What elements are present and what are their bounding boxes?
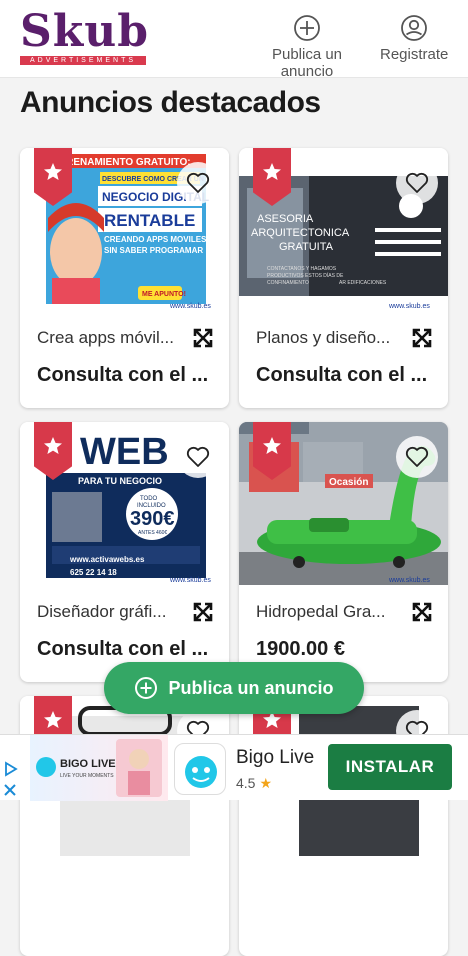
- bottom-ad-banner[interactable]: BIGO LIVE LIVE YOUR MOMENTS Bigo Live 4.…: [0, 734, 468, 801]
- ad-image-text: CONFINAMIENTO: [267, 280, 309, 286]
- ad-image-text: ANTES 460€: [138, 530, 167, 536]
- post-ad-label: Publica un anuncio: [271, 46, 343, 80]
- star-icon: [44, 711, 62, 728]
- ad-rating: 4.5 ★: [236, 775, 272, 792]
- ad-image-text: WEB: [80, 431, 169, 473]
- ad-image-text: TRENAMIENTO GRATUITO:: [60, 157, 191, 168]
- favorite-button[interactable]: [177, 162, 219, 204]
- ad-price: Consulta con el ...: [37, 638, 209, 660]
- register-header-button[interactable]: Registrate: [380, 14, 448, 63]
- ad-banner-text: BIGO LIVE: [60, 758, 116, 770]
- favorite-button[interactable]: [177, 436, 219, 478]
- register-label: Registrate: [380, 46, 449, 63]
- ad-title: Hidropedal Gra...: [256, 602, 386, 621]
- ad-image-text: AR EDIFICACIONES: [339, 280, 387, 286]
- favorite-button[interactable]: [396, 436, 438, 478]
- heart-icon: [186, 172, 210, 193]
- ad-title: Crea apps móvil...: [37, 328, 174, 347]
- ad-title: Diseñador gráfi...: [37, 602, 167, 621]
- fab-label: Publica un anuncio: [168, 677, 334, 698]
- star-icon: [263, 437, 281, 454]
- star-icon: [44, 163, 62, 180]
- ad-image-text: CREANDO APPS MOVILES: [104, 235, 207, 244]
- heart-icon: [186, 446, 210, 467]
- ad-title: Planos y diseño...: [256, 328, 391, 347]
- star-icon: [44, 437, 62, 454]
- bigo-app-icon: [174, 743, 226, 795]
- plus-circle-icon: [135, 677, 158, 699]
- ad-image-text: www.skub.es: [388, 577, 430, 584]
- star-icon: [263, 163, 281, 180]
- ad-image-text: ARQUITECTONICA: [251, 227, 350, 239]
- ad-image-text: PARA TU NEGOCIO: [78, 476, 162, 486]
- favorite-button[interactable]: [396, 162, 438, 204]
- ad-image-text: ASESORIA: [257, 213, 314, 225]
- ad-image-text: www.skub.es: [388, 303, 430, 310]
- ad-image-text: www.skub.es: [169, 303, 211, 310]
- plus-circle-icon: [294, 15, 320, 41]
- ad-price: Consulta con el ...: [256, 364, 428, 386]
- ad-image-text: GRATUITA: [279, 241, 334, 253]
- star-icon: ★: [259, 775, 273, 791]
- ad-image-text: PRODUCTIVOS ESTOS DÍAS DE: [267, 272, 344, 279]
- ad-card[interactable]: TRENAMIENTO GRATUITO: DESCUBRE COMO CREA…: [20, 148, 229, 408]
- bigo-banner-art: BIGO LIVE LIVE YOUR MOMENTS: [36, 739, 162, 797]
- ad-image-text: SIN SABER PROGRAMAR: [104, 246, 203, 255]
- user-circle-icon: [401, 15, 427, 41]
- post-ad-header-button[interactable]: Publica un anuncio: [246, 14, 368, 80]
- ad-card[interactable]: ASESORIA ARQUITECTONICA GRATUITA CONTACT…: [239, 148, 448, 408]
- ad-banner-tagline: LIVE YOUR MOMENTS: [60, 773, 114, 779]
- skub-logo[interactable]: Skub ADVERTISEMENTS: [20, 6, 150, 65]
- expand-icon[interactable]: [193, 328, 213, 348]
- ad-image-text: 625 22 14 18: [70, 568, 117, 577]
- expand-icon[interactable]: [412, 328, 432, 348]
- ad-price: 1900.00 €: [256, 638, 345, 660]
- top-header: Skub ADVERTISEMENTS Publica un anuncio R…: [0, 0, 468, 80]
- logo-text: Skub: [20, 6, 150, 57]
- ad-promo-image: BIGO LIVE LIVE YOUR MOMENTS: [30, 735, 168, 801]
- heart-icon: [405, 446, 429, 467]
- install-button[interactable]: INSTALAR: [328, 744, 452, 790]
- ad-rating-value: 4.5: [236, 775, 256, 791]
- expand-icon[interactable]: [193, 602, 213, 622]
- ad-card[interactable]: WEB PARA TU NEGOCIO TODO INCLUIDO 390€ A…: [20, 422, 229, 682]
- heart-icon: [405, 172, 429, 193]
- ad-image-text: CONTACTANOS Y HAGAMOS: [267, 266, 337, 272]
- ad-image-text: ME APUNTO!: [142, 291, 186, 298]
- ad-card[interactable]: Ocasión www.skub.es Hidropedal Gra... 19…: [239, 422, 448, 682]
- ad-image-text: Ocasión: [329, 477, 368, 488]
- section-title: Anuncios destacados: [20, 86, 321, 119]
- ad-image-text: 390€: [130, 508, 175, 530]
- ad-image-text: www.skub.es: [169, 577, 211, 584]
- ad-image-text: www.activawebs.es: [69, 555, 145, 564]
- logo-subtitle: ADVERTISEMENTS: [20, 56, 146, 65]
- ad-app-name: Bigo Live: [236, 747, 315, 768]
- ad-choices-icon[interactable]: [0, 735, 24, 801]
- expand-icon[interactable]: [412, 602, 432, 622]
- ad-image-text: RENTABLE: [104, 211, 195, 230]
- post-ad-fab[interactable]: Publica un anuncio: [104, 662, 364, 714]
- ad-price: Consulta con el ...: [37, 364, 209, 386]
- ad-image-text: TODO: [140, 496, 158, 502]
